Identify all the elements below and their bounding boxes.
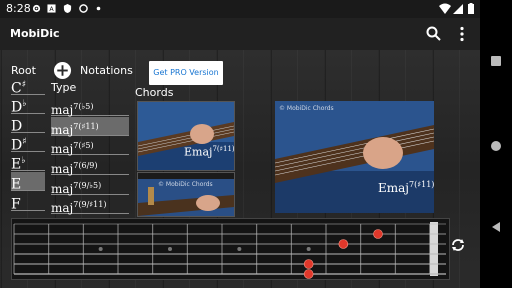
back-icon[interactable]	[489, 220, 503, 234]
overflow-menu-icon[interactable]	[455, 25, 469, 43]
chord-thumbnail-2[interactable]: © MobiDic Chords	[137, 172, 235, 217]
notations-label: Notations	[80, 64, 133, 77]
wifi-icon	[439, 3, 451, 14]
app-bar: MobiDic	[0, 18, 480, 50]
rotate-icon[interactable]	[451, 238, 465, 252]
note-dot	[338, 239, 349, 249]
chord-large-image[interactable]: © MobiDic Chords Emaj7(♯11)	[275, 101, 434, 213]
app-title: MobiDic	[10, 27, 60, 40]
type-item[interactable]: maj7(9/♭5)	[51, 176, 129, 196]
fret-marker	[168, 247, 172, 251]
note-dot	[303, 259, 314, 269]
data-saver-icon	[79, 4, 88, 13]
settings-icon	[32, 4, 41, 13]
root-item[interactable]: F	[11, 192, 45, 213]
root-item[interactable]: D	[11, 114, 45, 135]
chord-large-caption: Emaj7(♯11)	[378, 180, 434, 195]
fretboard-wood	[12, 219, 449, 279]
type-item[interactable]: maj7(♯5)	[51, 136, 129, 156]
root-item[interactable]: D♯	[11, 133, 45, 154]
root-item[interactable]: C♯	[11, 76, 45, 97]
type-heading: Type	[51, 81, 77, 94]
navigation-bar	[480, 0, 512, 288]
type-item[interactable]: maj7(9/♯11)	[51, 195, 129, 215]
fret-marker	[237, 247, 242, 251]
chord-photo	[138, 102, 234, 170]
type-item[interactable]: maj7(♯11)	[51, 117, 129, 137]
chord-photo	[275, 101, 434, 213]
root-item[interactable]: D♭	[11, 95, 45, 116]
chord-thumbnail-watermark: © MobiDic Chords	[158, 181, 213, 188]
fret-marker	[98, 247, 103, 251]
note-dot	[303, 269, 314, 279]
dot-icon	[96, 6, 101, 11]
chord-large-watermark: © MobiDic Chords	[279, 105, 334, 112]
get-pro-button[interactable]: Get PRO Version	[149, 61, 223, 85]
fretboard[interactable]	[11, 218, 450, 280]
recents-icon[interactable]	[489, 54, 503, 68]
add-notation-icon[interactable]	[53, 61, 72, 80]
root-item[interactable]: E	[11, 172, 45, 193]
type-item[interactable]: maj7(♭5)	[51, 97, 129, 117]
chord-photo	[138, 173, 234, 216]
root-item[interactable]: E♭	[11, 152, 45, 173]
fret-marker	[306, 247, 311, 251]
nut	[430, 222, 438, 276]
search-icon[interactable]	[425, 25, 443, 43]
battery-icon	[468, 3, 474, 14]
chord-thumbnail-caption: Emaj7(♯11)	[184, 145, 235, 159]
home-icon[interactable]	[489, 139, 503, 153]
type-item[interactable]: maj7(6/9)	[51, 156, 129, 176]
note-dot	[373, 229, 383, 239]
shield-icon	[63, 4, 72, 13]
notification-a-icon: A	[47, 4, 56, 13]
chords-heading: Chords	[135, 86, 174, 99]
status-time: 8:28	[6, 2, 31, 15]
signal-icon	[453, 4, 463, 14]
fretboard-diagram	[12, 219, 449, 279]
status-bar: 8:28 A	[0, 0, 480, 18]
chord-thumbnail-1[interactable]: Emaj7(♯11)	[137, 101, 235, 171]
svg-text:A: A	[49, 6, 54, 13]
